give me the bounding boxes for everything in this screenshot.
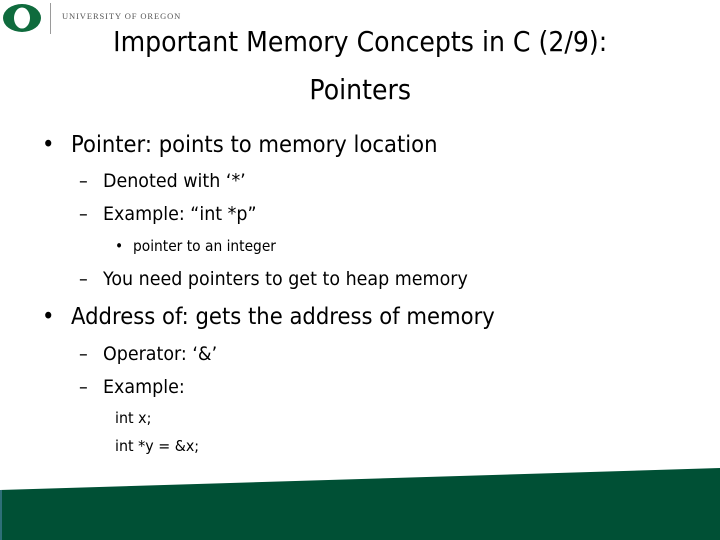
institution-name: UNIVERSITY OF OREGON	[62, 11, 182, 21]
sub-bullet-operator: Operator: ‘&’	[103, 343, 218, 365]
sub-bullet-example: Example: “int *p”	[103, 203, 257, 225]
code-line: int *y = &x;	[115, 437, 200, 455]
dash-marker: –	[79, 170, 88, 192]
dash-marker: –	[79, 268, 88, 290]
dash-marker: –	[79, 376, 88, 398]
sub-bullet-heap: You need pointers to get to heap memory	[103, 268, 468, 290]
sub-sub-bullet-integer: pointer to an integer	[133, 237, 276, 255]
bullet-marker: •	[42, 132, 55, 158]
footer-green-band	[0, 468, 720, 540]
code-line: int x;	[115, 409, 152, 427]
slide-title-line-1: Important Memory Concepts in C (2/9):	[113, 25, 608, 58]
bullet-pointer-definition: Pointer: points to memory location	[71, 132, 438, 158]
bullet-marker: •	[42, 304, 55, 330]
sub-bullet-denoted: Denoted with ‘*’	[103, 170, 246, 192]
slide-title-line-2: Pointers	[309, 73, 411, 106]
dash-marker: –	[79, 203, 88, 225]
dash-marker: –	[79, 343, 88, 365]
footer-left-edge	[0, 490, 2, 540]
sub-bullet-example: Example:	[103, 376, 185, 398]
bullet-address-of: Address of: gets the address of memory	[71, 304, 495, 330]
small-bullet-marker: •	[115, 237, 124, 255]
